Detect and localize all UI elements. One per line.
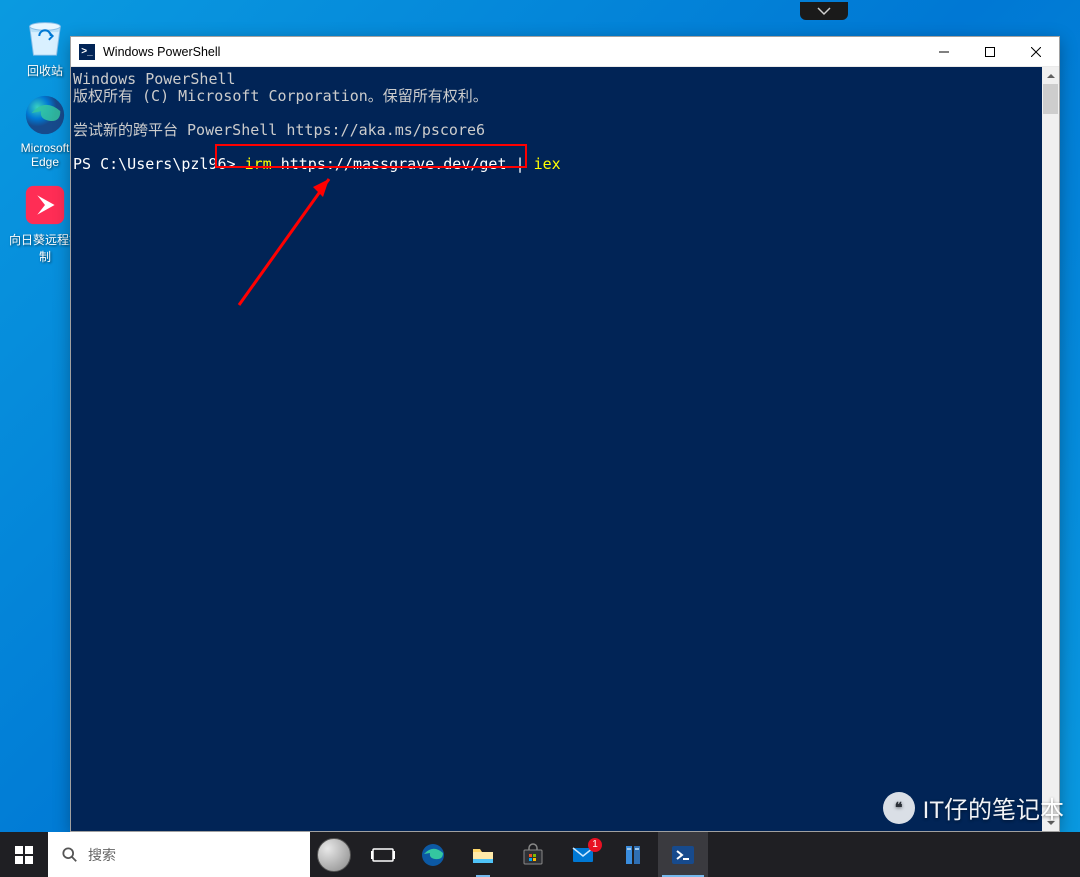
close-button[interactable] [1013,37,1059,66]
taskbar-file-explorer[interactable] [458,832,508,877]
taskbar-store[interactable] [508,832,558,877]
taskbar-server-manager[interactable] [608,832,658,877]
terminal-prompt: PS C:\Users\pzl96> irm https://massgrave… [73,155,561,173]
recycle-bin-icon [21,12,69,60]
powershell-icon [670,842,696,868]
watermark-text: IT仔的笔记本 [923,790,1064,825]
vertical-scrollbar[interactable] [1042,67,1059,831]
scroll-thumb[interactable] [1043,84,1058,114]
search-placeholder: 搜索 [88,845,116,865]
terminal-line: 版权所有 (C) Microsoft Corporation。保留所有权利。 [73,87,488,105]
search-icon [62,847,78,863]
scroll-up-arrow[interactable] [1042,67,1059,84]
scroll-track[interactable] [1042,84,1059,814]
taskbar-search[interactable]: 搜索 [48,832,310,877]
taskbar: 搜索 [0,832,1080,877]
powershell-titlebar-icon: >_ [79,44,95,60]
taskbar-edge[interactable] [408,832,458,877]
taskbar-cortana-avatar[interactable] [310,832,358,877]
desktop-icon-label: 回收站 [27,62,63,79]
edge-icon [21,91,69,139]
maximize-button[interactable] [967,37,1013,66]
terminal-line: Windows PowerShell [73,70,236,88]
sunlogin-icon [21,181,69,229]
avatar-icon [317,838,351,872]
store-icon [520,842,546,868]
titlebar[interactable]: >_ Windows PowerShell [71,37,1059,67]
folder-icon [470,842,496,868]
task-view-button[interactable] [358,832,408,877]
window-title: Windows PowerShell [103,45,220,59]
terminal-line: 尝试新的跨平台 PowerShell https://aka.ms/pscore… [73,121,485,139]
minimize-button[interactable] [921,37,967,66]
server-icon [620,842,646,868]
wechat-icon: ❝ [883,792,915,824]
top-toolbar-chevron[interactable] [800,2,848,20]
powershell-window: >_ Windows PowerShell Windows PowerShell… [70,36,1060,832]
start-button[interactable] [0,832,48,877]
task-view-icon [370,842,396,868]
watermark: ❝ IT仔的笔记本 [883,790,1064,825]
taskbar-powershell[interactable] [658,832,708,877]
taskbar-mail[interactable]: 1 [558,832,608,877]
edge-icon [420,842,446,868]
mail-badge: 1 [588,838,602,852]
terminal-output[interactable]: Windows PowerShell 版权所有 (C) Microsoft Co… [71,67,1042,831]
